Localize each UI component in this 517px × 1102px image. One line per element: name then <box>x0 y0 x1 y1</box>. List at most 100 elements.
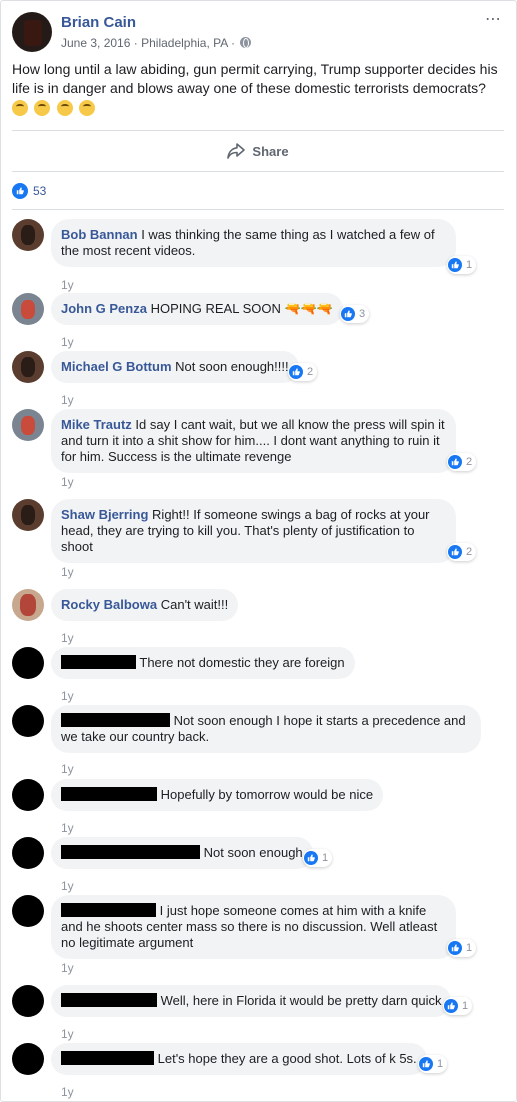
author-avatar[interactable] <box>12 12 52 52</box>
comment-bubble: Well, here in Florida it would be pretty… <box>51 985 452 1017</box>
commenter-name[interactable]: Rocky Balbowa <box>61 597 157 612</box>
comment-reactions[interactable]: 1 <box>447 256 477 274</box>
commenter-avatar[interactable] <box>12 985 44 1017</box>
like-icon <box>304 851 318 865</box>
likes-summary[interactable]: 53 <box>12 182 46 200</box>
comment-time[interactable]: 1y <box>61 565 74 579</box>
thinking-face-icon <box>12 100 28 116</box>
comment-text: There not domestic they are foreign <box>139 655 345 670</box>
comment-reactions[interactable]: 1 <box>443 997 473 1015</box>
commenter-avatar[interactable] <box>12 647 44 679</box>
comment-text: Hopefully by tomorrow would be nice <box>160 787 374 802</box>
like-icon <box>12 183 28 199</box>
comment-text: Can't wait!!! <box>160 597 229 612</box>
redacted-name <box>61 655 136 669</box>
post-meta: June 3, 2016 · Philadelphia, PA · <box>61 36 252 50</box>
comment-text: Not soon enough!!!! <box>175 359 289 374</box>
thinking-face-icon <box>56 100 73 116</box>
comment-reactions[interactable]: 3 <box>340 305 370 323</box>
like-icon <box>448 941 462 955</box>
comment-text: Not soon enough <box>203 845 303 860</box>
comment-bubble: Rocky Balbowa Can't wait!!! <box>51 589 239 621</box>
comment-reactions[interactable]: 2 <box>447 543 477 561</box>
redacted-name <box>61 787 157 801</box>
comment-time[interactable]: 1y <box>61 335 74 349</box>
commenter-avatar[interactable] <box>12 837 44 869</box>
globe-icon <box>240 37 252 48</box>
meta-separator: · <box>230 36 235 50</box>
comment-bubble: Michael G Bottum Not soon enough!!!! <box>51 351 299 383</box>
comment-reactions[interactable]: 1 <box>418 1055 448 1073</box>
post-location[interactable]: Philadelphia, PA <box>141 36 228 50</box>
share-button[interactable]: Share <box>12 131 504 171</box>
like-icon <box>444 999 458 1013</box>
comment-bubble: Mike Trautz Id say I cant wait, but we a… <box>51 409 456 473</box>
commenter-avatar[interactable] <box>12 499 44 531</box>
like-icon <box>419 1057 433 1071</box>
redacted-name <box>61 993 157 1007</box>
reaction-count: 2 <box>307 366 314 378</box>
redacted-name <box>61 845 200 859</box>
redacted-name <box>61 903 156 917</box>
commenter-avatar[interactable] <box>12 293 44 325</box>
commenter-avatar[interactable] <box>12 351 44 383</box>
reaction-count: 1 <box>466 942 473 954</box>
comment-text: Let's hope they are a good shot. Lots of… <box>157 1051 417 1066</box>
comment-bubble: Hopefully by tomorrow would be nice <box>51 779 384 811</box>
thinking-face-icon <box>34 100 51 116</box>
like-icon <box>448 455 462 469</box>
commenter-name[interactable]: Michael G Bottum <box>61 359 172 374</box>
author-name[interactable]: Brian Cain <box>61 14 136 31</box>
comment-bubble: There not domestic they are foreign <box>51 647 355 679</box>
redacted-name <box>61 1051 154 1065</box>
commenter-avatar[interactable] <box>12 895 44 927</box>
comment-bubble: Not soon enough <box>51 837 313 869</box>
comment-reactions[interactable]: 2 <box>447 453 477 471</box>
comment-reactions[interactable]: 1 <box>447 939 477 957</box>
commenter-name[interactable]: John G Penza <box>61 301 147 316</box>
like-icon <box>448 545 462 559</box>
comment-time[interactable]: 1y <box>61 631 74 645</box>
post-text: How long until a law abiding, gun permit… <box>12 61 498 96</box>
comment-time[interactable]: 1y <box>61 689 74 703</box>
commenter-name[interactable]: Mike Trautz <box>61 417 132 432</box>
comment-bubble: I just hope someone comes at him with a … <box>51 895 456 959</box>
commenter-avatar[interactable] <box>12 1043 44 1075</box>
reaction-count: 2 <box>466 456 473 468</box>
commenter-avatar[interactable] <box>12 705 44 737</box>
thinking-face-icon <box>79 100 96 116</box>
post-header: Brian Cain June 3, 2016 · Philadelphia, … <box>12 12 502 54</box>
reaction-count: 1 <box>437 1058 444 1070</box>
commenter-avatar[interactable] <box>12 589 44 621</box>
comment-time[interactable]: 1y <box>61 1027 74 1041</box>
comment-time[interactable]: 1y <box>61 1085 74 1099</box>
comment-time[interactable]: 1y <box>61 762 74 776</box>
meta-separator: · <box>133 36 138 50</box>
comment-reactions[interactable]: 2 <box>288 363 318 381</box>
reaction-count: 2 <box>466 546 473 558</box>
comment-text: HOPING REAL SOON 🔫🔫🔫 <box>150 301 334 316</box>
commenter-avatar[interactable] <box>12 219 44 251</box>
commenter-avatar[interactable] <box>12 409 44 441</box>
post-date[interactable]: June 3, 2016 <box>61 36 130 50</box>
comment-text: Well, here in Florida it would be pretty… <box>160 993 442 1008</box>
more-options-icon[interactable]: ⋯ <box>485 12 502 28</box>
comment-time[interactable]: 1y <box>61 961 74 975</box>
like-icon <box>341 307 355 321</box>
reaction-count: 1 <box>466 259 473 271</box>
divider <box>12 171 504 172</box>
commenter-avatar[interactable] <box>12 779 44 811</box>
comment-time[interactable]: 1y <box>61 475 74 489</box>
commenter-name[interactable]: Shaw Bjerring <box>61 507 148 522</box>
comment-reactions[interactable]: 1 <box>303 849 333 867</box>
comment-bubble: Not soon enough I hope it starts a prece… <box>51 705 481 753</box>
comment-time[interactable]: 1y <box>61 393 74 407</box>
like-icon <box>289 365 303 379</box>
divider <box>12 209 504 210</box>
share-icon <box>227 143 246 159</box>
comment-time[interactable]: 1y <box>61 821 74 835</box>
commenter-name[interactable]: Bob Bannan <box>61 227 138 242</box>
comment-time[interactable]: 1y <box>61 278 74 292</box>
comment-time[interactable]: 1y <box>61 879 74 893</box>
reaction-count: 3 <box>359 308 366 320</box>
